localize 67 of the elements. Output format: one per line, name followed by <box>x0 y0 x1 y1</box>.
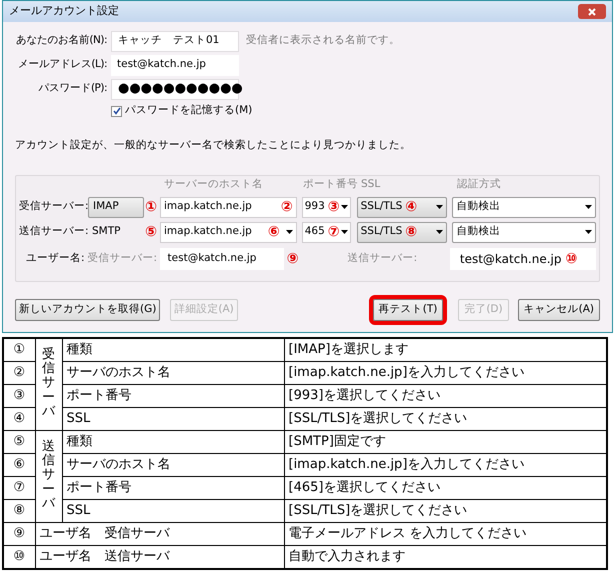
dialog-button[interactable]: 新しいアカウントを取得(G) <box>15 298 160 321</box>
callout-number: ④ <box>405 200 418 214</box>
dropdown-caret-icon <box>340 230 348 234</box>
protocol-dropdown[interactable]: IMAP <box>88 196 144 218</box>
table-cell: ① <box>3 338 35 362</box>
callout-number: ③ <box>328 200 340 214</box>
field-label: あなたのお名前(N): <box>15 33 108 48</box>
column-header: 認証方式 <box>457 177 501 192</box>
callout-number: ⑦ <box>328 225 340 240</box>
close-icon <box>588 8 596 16</box>
table-cell: 種類 <box>62 430 284 454</box>
dropdown-caret-icon <box>340 205 348 210</box>
field-label: メールアドレス(L): <box>16 57 108 72</box>
input-field[interactable]: test@katch.ne.jp <box>160 248 284 270</box>
dropdown-caret-icon <box>585 230 592 234</box>
dropdown-caret-icon <box>286 230 293 234</box>
auth-dropdown[interactable]: 自動検出 <box>452 196 596 218</box>
dropdown-caret-icon <box>436 230 444 234</box>
port-field[interactable]: 993 ③ <box>302 196 351 218</box>
table-cell: 受信サーバ <box>35 338 62 430</box>
table-cell: ⑨ <box>3 522 35 546</box>
checkbox-label: パスワードを記憶する(M) <box>125 103 252 118</box>
table-cell: ユーザ名 受信サーバ <box>35 522 284 546</box>
check-icon <box>112 107 120 115</box>
host-field[interactable]: imap.katch.ne.jp ② <box>160 196 297 218</box>
dialog-button[interactable]: キャンセル(A) <box>518 298 600 321</box>
server-label: 送信サーバー: <box>19 224 85 240</box>
table-cell: SSL <box>62 500 284 522</box>
callout-number: ⑥ <box>268 225 280 240</box>
ssl-dropdown[interactable]: SSL/TLS ⑧ <box>356 222 448 243</box>
field-label: 受信サーバー: <box>88 250 157 266</box>
callout-number: ⑨ <box>286 252 299 266</box>
callout-number: ⑤ <box>145 225 157 240</box>
auth-dropdown[interactable]: 自動検出 <box>452 222 596 243</box>
dropdown-caret-icon <box>585 205 592 210</box>
table-cell: ポート番号 <box>62 384 284 408</box>
column-header: ポート番号 <box>303 177 359 192</box>
callout-number: ① <box>145 200 157 214</box>
ssl-dropdown[interactable]: SSL/TLS ④ <box>356 196 448 218</box>
table-cell: 送信サーバ <box>35 430 62 522</box>
server-label: 受信サーバー: <box>19 199 85 214</box>
status-message: アカウント設定が、一般的なサーバー名で検索したことにより見つかりました。 <box>15 138 412 153</box>
field-label: パスワード(P): <box>37 81 108 96</box>
callout-number: ② <box>280 200 293 214</box>
input-field[interactable]: test@katch.ne.jp ⑩ <box>450 248 596 270</box>
table-cell: ⑤ <box>3 430 35 454</box>
callout-number: ⑩ <box>566 252 578 266</box>
field-label: ユーザー名: <box>24 250 85 266</box>
column-header: SSL <box>360 177 382 192</box>
window-title: メールアカウント設定 <box>9 3 119 20</box>
table-cell: 種類 <box>62 338 284 362</box>
field-label: 送信サーバー: <box>348 250 418 266</box>
close-button[interactable] <box>578 4 606 19</box>
hint-text: 受信者に表示される名前です。 <box>246 33 400 48</box>
table-cell: サーバのホスト名 <box>62 362 284 384</box>
input-field[interactable]: test@katch.ne.jp <box>111 54 239 76</box>
table-cell: SSL <box>62 408 284 430</box>
input-field[interactable]: キャッチ テスト01 <box>111 30 239 52</box>
host-field[interactable]: imap.katch.ne.jp ⑥ <box>160 222 297 243</box>
table-cell: サーバのホスト名 <box>62 454 284 476</box>
protocol-text: SMTP <box>91 224 122 240</box>
dropdown-caret-icon <box>436 205 444 210</box>
remember-checkbox[interactable] <box>111 106 122 116</box>
column-header: サーバーのホスト名 <box>163 177 264 192</box>
callout-number: ⑧ <box>405 225 418 240</box>
table-cell: ポート番号 <box>62 476 284 500</box>
port-field[interactable]: 465 ⑦ <box>302 222 351 243</box>
